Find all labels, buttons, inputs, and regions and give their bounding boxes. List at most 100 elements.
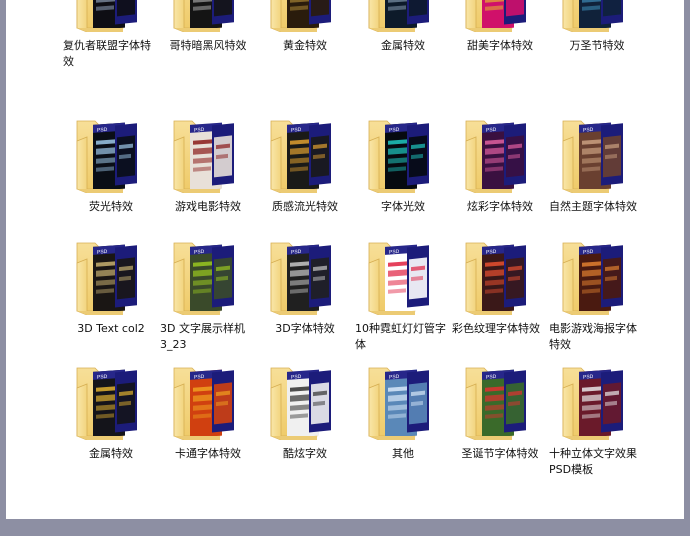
folder-thumbnail: PSD — [160, 117, 256, 194]
folder-item[interactable]: PSD 彩色纹理字体特效 — [452, 239, 548, 359]
folder-item[interactable]: PSD 卡通字体特效 — [160, 364, 256, 484]
folder-label: 复仇者联盟字体特效 — [63, 39, 151, 68]
folder-item[interactable]: PSD 黄金特效 — [257, 0, 353, 76]
folder-thumbnail: PSD — [452, 117, 548, 194]
folder-thumbnail: PSD — [160, 0, 256, 33]
folder-item[interactable]: PSD 3D Text col2 — [63, 239, 159, 359]
folder-thumbnail: PSD — [355, 239, 451, 316]
folder-label: 十种立体文字效果PSD模板 — [549, 447, 637, 476]
folder-thumbnail: PSD — [549, 117, 645, 194]
svg-text:PSD: PSD — [583, 374, 594, 381]
svg-text:PSD: PSD — [97, 249, 108, 256]
svg-text:PSD: PSD — [97, 127, 108, 134]
folder-item[interactable]: PSD 3D字体特效 — [257, 239, 353, 359]
folder-label: 质感流光特效 — [272, 200, 338, 213]
folder-thumbnail: PSD — [63, 364, 159, 441]
folder-label: 字体光效 — [381, 200, 425, 213]
folder-icon: PSD — [270, 120, 331, 194]
folder-icon: PSD — [562, 120, 623, 194]
svg-text:PSD: PSD — [486, 374, 497, 381]
folder-thumbnail: PSD — [63, 0, 159, 33]
folder-item[interactable]: PSD 电影游戏海报字体特效 — [549, 239, 645, 359]
folder-item[interactable]: PSD 其他 — [355, 364, 451, 484]
folder-item[interactable]: PSD 字体光效 — [355, 117, 451, 237]
folder-label: 自然主题字体特效 — [549, 200, 637, 213]
svg-text:PSD: PSD — [194, 374, 205, 381]
folder-icon: PSD — [562, 367, 623, 441]
svg-text:PSD: PSD — [486, 127, 497, 134]
folder-item[interactable]: PSD 荧光特效 — [63, 117, 159, 237]
folder-label: 黄金特效 — [283, 39, 327, 52]
folder-thumbnail: PSD — [160, 364, 256, 441]
folder-label: 3D 文字展示样机3_23 — [160, 322, 245, 351]
window-background: PSD 复仇者联盟字体特效 — [0, 0, 690, 536]
svg-text:PSD: PSD — [194, 127, 205, 134]
folder-icon: PSD — [562, 242, 623, 316]
folder-item[interactable]: PSD 甜美字体特效 — [452, 0, 548, 76]
folder-icon: PSD — [270, 367, 331, 441]
folder-label: 万圣节特效 — [569, 39, 625, 52]
folder-icon: PSD — [465, 120, 526, 194]
folder-icon: PSD — [173, 120, 234, 194]
folder-thumbnail: PSD — [63, 239, 159, 316]
folder-label: 游戏电影特效 — [175, 200, 241, 213]
folder-item[interactable]: PSD 复仇者联盟字体特效 — [63, 0, 159, 76]
folder-item[interactable]: PSD 10种霓虹灯灯管字体 — [355, 239, 451, 359]
folder-icon: PSD — [368, 0, 429, 33]
folder-item[interactable]: PSD 十种立体文字效果PSD模板 — [549, 364, 645, 484]
folder-icon: PSD — [368, 242, 429, 316]
folder-label: 圣诞节字体特效 — [461, 447, 539, 460]
folder-item[interactable]: PSD 金属特效 — [63, 364, 159, 484]
folder-item[interactable]: PSD 酷炫字效 — [257, 364, 353, 484]
folder-thumbnail: PSD — [63, 117, 159, 194]
folder-label: 金属特效 — [381, 39, 425, 52]
folder-icon: PSD — [270, 0, 331, 33]
folder-label: 哥特暗黑风特效 — [169, 39, 247, 52]
folder-label: 卡通字体特效 — [175, 447, 241, 460]
svg-text:PSD: PSD — [583, 249, 594, 256]
svg-text:PSD: PSD — [291, 249, 302, 256]
folder-thumbnail: PSD — [355, 0, 451, 33]
svg-text:PSD: PSD — [389, 249, 400, 256]
folder-icon: PSD — [465, 0, 526, 33]
folder-label: 其他 — [392, 447, 414, 460]
folder-item[interactable]: PSD 金属特效 — [355, 0, 451, 76]
folder-label: 甜美字体特效 — [467, 39, 533, 52]
svg-text:PSD: PSD — [389, 127, 400, 134]
svg-text:PSD: PSD — [583, 127, 594, 134]
folder-icon: PSD — [368, 120, 429, 194]
folder-label: 10种霓虹灯灯管字体 — [355, 322, 446, 351]
folder-icon: PSD — [173, 367, 234, 441]
folder-label: 金属特效 — [89, 447, 133, 460]
folder-icon: PSD — [465, 367, 526, 441]
svg-text:PSD: PSD — [486, 249, 497, 256]
folder-label: 荧光特效 — [89, 200, 133, 213]
svg-text:PSD: PSD — [194, 249, 205, 256]
folder-grid-panel: PSD 复仇者联盟字体特效 — [6, 0, 684, 519]
folder-thumbnail: PSD — [549, 0, 645, 33]
folder-item[interactable]: PSD 3D 文字展示样机3_23 — [160, 239, 256, 359]
folder-label: 3D Text col2 — [77, 322, 145, 335]
folder-thumbnail: PSD — [549, 239, 645, 316]
folder-thumbnail: PSD — [257, 117, 353, 194]
svg-text:PSD: PSD — [97, 374, 108, 381]
svg-text:PSD: PSD — [389, 374, 400, 381]
folder-thumbnail: PSD — [355, 117, 451, 194]
folder-thumbnail: PSD — [452, 364, 548, 441]
folder-label: 炫彩字体特效 — [467, 200, 533, 213]
folder-label: 3D字体特效 — [275, 322, 335, 335]
folder-icon: PSD — [76, 242, 137, 316]
folder-item[interactable]: PSD 自然主题字体特效 — [549, 117, 645, 237]
folder-icon: PSD — [76, 0, 137, 33]
folder-thumbnail: PSD — [257, 364, 353, 441]
folder-label: 酷炫字效 — [283, 447, 327, 460]
folder-item[interactable]: PSD 哥特暗黑风特效 — [160, 0, 256, 76]
folder-thumbnail: PSD — [452, 239, 548, 316]
folder-item[interactable]: PSD 圣诞节字体特效 — [452, 364, 548, 484]
folder-item[interactable]: PSD 万圣节特效 — [549, 0, 645, 76]
folder-thumbnail: PSD — [160, 239, 256, 316]
folder-item[interactable]: PSD 炫彩字体特效 — [452, 117, 548, 237]
folder-item[interactable]: PSD 质感流光特效 — [257, 117, 353, 237]
folder-item[interactable]: PSD 游戏电影特效 — [160, 117, 256, 237]
folder-icon: PSD — [76, 120, 137, 194]
